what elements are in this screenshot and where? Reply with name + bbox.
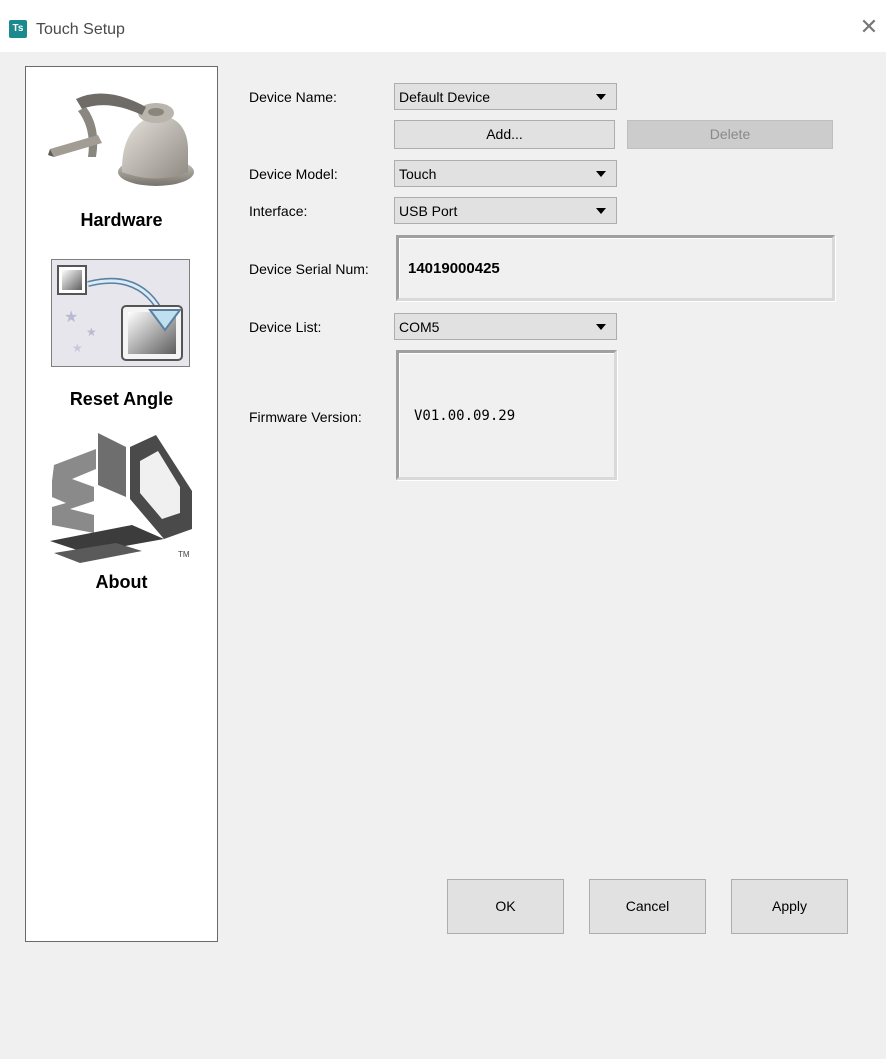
sidebar-item-reset-angle[interactable]: ★ ★ ★ Reset Angle	[26, 259, 217, 409]
interface-value: USB Port	[399, 203, 458, 219]
ok-button[interactable]: OK	[447, 879, 564, 934]
device-name-dropdown[interactable]: Default Device	[394, 83, 617, 110]
firmware-version-field: V01.00.09.29	[396, 350, 617, 480]
device-name-value: Default Device	[399, 89, 491, 105]
device-model-dropdown[interactable]: Touch	[394, 160, 617, 187]
device-serial-label: Device Serial Num:	[249, 261, 369, 277]
device-model-value: Touch	[399, 166, 437, 182]
add-device-button[interactable]: Add...	[394, 120, 615, 149]
title-bar: Ts Touch Setup ✕	[0, 0, 886, 52]
sidebar-item-label: About	[95, 572, 148, 592]
sidebar-item-hardware[interactable]: Hardware	[26, 67, 217, 237]
touch-setup-window: Ts Touch Setup ✕ Hardware ★ ★ ★ Reset An…	[0, 0, 886, 1059]
window-title: Touch Setup	[36, 21, 125, 38]
firmware-version-label: Firmware Version:	[249, 409, 362, 425]
svg-text:★: ★	[64, 309, 78, 326]
device-model-label: Device Model:	[249, 166, 338, 182]
reset-angle-icon: ★ ★ ★	[51, 259, 190, 367]
device-list-value: COM5	[399, 319, 440, 335]
svg-text:★: ★	[86, 325, 97, 339]
3ds-logo-icon: TM	[50, 433, 192, 563]
sidebar-item-label: Reset Angle	[69, 389, 174, 409]
interface-label: Interface:	[249, 203, 308, 219]
delete-device-button[interactable]: Delete	[627, 120, 833, 149]
sidebar: Hardware ★ ★ ★ Reset Angle TM About	[25, 66, 218, 942]
sidebar-item-label: Hardware	[80, 210, 163, 230]
cancel-button[interactable]: Cancel	[589, 879, 706, 934]
device-serial-field: 14019000425	[396, 235, 835, 301]
device-list-label: Device List:	[249, 319, 322, 335]
apply-button[interactable]: Apply	[731, 879, 848, 934]
haptic-device-icon	[48, 93, 194, 186]
close-icon[interactable]: ✕	[856, 14, 882, 40]
trademark-mark: TM	[178, 550, 190, 559]
sidebar-item-about[interactable]: TM About	[26, 429, 217, 599]
touch-setup-app-icon: Ts	[9, 20, 27, 38]
chevron-down-icon	[596, 324, 606, 330]
device-serial-value: 14019000425	[408, 260, 500, 277]
device-list-dropdown[interactable]: COM5	[394, 313, 617, 340]
chevron-down-icon	[596, 208, 606, 214]
chevron-down-icon	[596, 94, 606, 100]
chevron-down-icon	[596, 171, 606, 177]
interface-dropdown[interactable]: USB Port	[394, 197, 617, 224]
svg-text:★: ★	[72, 341, 83, 355]
firmware-version-value: V01.00.09.29	[414, 408, 516, 424]
device-name-label: Device Name:	[249, 89, 337, 105]
